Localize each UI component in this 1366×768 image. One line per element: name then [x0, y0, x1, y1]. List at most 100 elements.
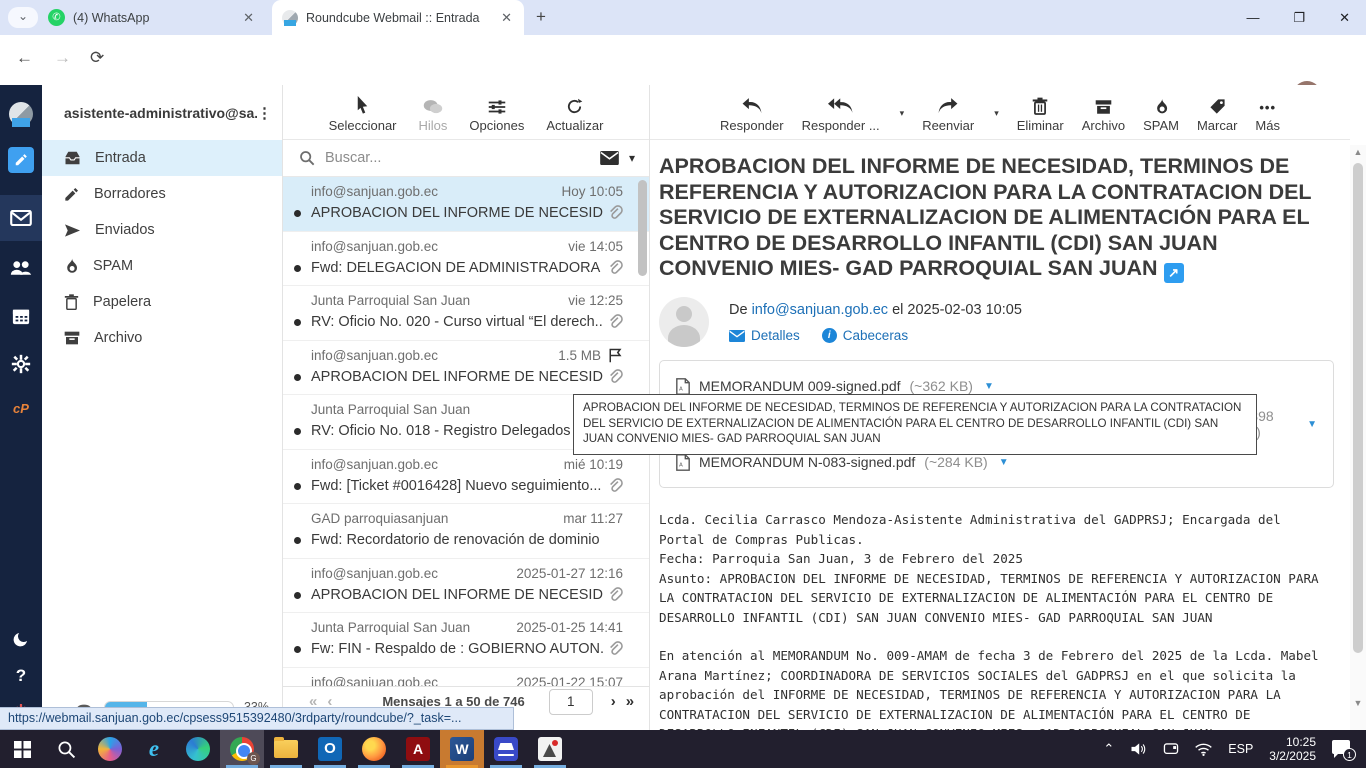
scroll-down-icon[interactable]: ▼ — [1350, 698, 1366, 708]
refresh-icon[interactable]: ⟳ — [90, 48, 104, 68]
taskbar-chrome-button[interactable]: G — [220, 730, 264, 768]
folder-archivo[interactable]: Archivo — [42, 320, 282, 356]
reply-all-button[interactable]: Responder ... — [802, 95, 880, 133]
reply-button[interactable]: Responder — [720, 95, 784, 133]
taskbar-cortana-button[interactable] — [88, 730, 132, 768]
taskbar-scanner-button[interactable] — [484, 730, 528, 768]
tray-chevron-icon[interactable]: ⌃ — [1103, 741, 1114, 757]
list-item[interactable]: info@sanjuan.gob.ec2025-01-22 15:07 — [283, 668, 649, 687]
options-button[interactable]: Opciones — [469, 95, 524, 133]
forward-button[interactable]: Reenviar — [922, 95, 974, 133]
mark-button[interactable]: Marcar — [1197, 95, 1237, 133]
compose-button[interactable] — [0, 139, 42, 181]
list-item[interactable]: Junta Parroquial San Juan2025-01-25 14:4… — [283, 613, 649, 668]
clock[interactable]: 10:25 3/2/2025 — [1269, 735, 1316, 763]
list-item[interactable]: info@sanjuan.gob.ec2025-01-27 12:16 APRO… — [283, 559, 649, 614]
attachment-menu-caret-icon[interactable]: ▼ — [1307, 419, 1317, 430]
close-tab-icon[interactable]: ✕ — [499, 10, 514, 26]
forward-caret-icon[interactable]: ▾ — [994, 108, 999, 133]
new-tab-button[interactable]: + — [536, 7, 546, 27]
folder-borradores[interactable]: Borradores — [42, 176, 282, 212]
last-page-icon[interactable]: » — [626, 693, 634, 710]
help-icon[interactable]: ? — [16, 666, 26, 686]
delete-button[interactable]: Eliminar — [1017, 95, 1064, 133]
volume-icon[interactable] — [1130, 742, 1147, 756]
threads-button[interactable]: Hilos — [419, 95, 448, 133]
folder-spam[interactable]: SPAM — [42, 248, 282, 284]
tab-search-button[interactable]: ⌄ — [8, 7, 38, 28]
more-button[interactable]: ••• Más — [1255, 95, 1280, 133]
screen: ⌄ ✆ (4) WhatsApp ✕ Roundcube Webmail :: … — [0, 0, 1366, 768]
list-item[interactable]: GAD parroquiasanjuanmar 11:27 Fwd: Recor… — [283, 504, 649, 559]
rail-settings-item[interactable] — [0, 343, 42, 385]
teams-icon[interactable] — [1163, 742, 1179, 756]
reply-all-icon — [828, 97, 854, 115]
taskbar-ie-button[interactable]: e — [132, 730, 176, 768]
select-button[interactable]: Seleccionar — [329, 95, 397, 133]
search-input[interactable] — [325, 150, 590, 166]
pencil-icon — [64, 186, 80, 202]
dark-mode-moon-icon[interactable] — [12, 630, 30, 648]
attachment-menu-caret-icon[interactable]: ▼ — [999, 457, 1009, 468]
message-scrollbar[interactable]: ▲ ▼ — [1350, 145, 1366, 730]
list-scrollbar-thumb[interactable] — [638, 180, 647, 276]
details-link[interactable]: Detalles — [729, 328, 800, 343]
attachment-menu-caret-icon[interactable]: ▼ — [984, 381, 994, 392]
tab-roundcube[interactable]: Roundcube Webmail :: Entrada ✕ — [272, 0, 524, 35]
taskbar-outlook-button[interactable]: O — [308, 730, 352, 768]
rail-mail-item[interactable] — [0, 195, 42, 241]
scrollbar-thumb[interactable] — [1353, 163, 1363, 653]
folder-papelera[interactable]: Papelera — [42, 284, 282, 320]
back-icon[interactable]: ← — [16, 48, 33, 68]
start-button[interactable] — [0, 730, 44, 768]
sender-email-link[interactable]: info@sanjuan.gob.ec — [752, 302, 888, 318]
list-item[interactable]: info@sanjuan.gob.ecmié 10:19 Fwd: [Ticke… — [283, 450, 649, 505]
restore-icon[interactable]: ❐ — [1293, 10, 1305, 26]
archive-button[interactable]: Archivo — [1082, 95, 1125, 133]
next-page-icon[interactable]: › — [611, 693, 616, 710]
search-icon — [57, 740, 76, 759]
close-tab-icon[interactable]: ✕ — [241, 10, 256, 26]
taskbar-firefox-button[interactable] — [352, 730, 396, 768]
taskbar-search-button[interactable] — [44, 730, 88, 768]
minimize-icon[interactable]: — — [1246, 10, 1259, 25]
folder-enviados[interactable]: Enviados — [42, 212, 282, 248]
taskbar-java-button[interactable] — [528, 730, 572, 768]
folder-entrada[interactable]: Entrada — [42, 140, 282, 176]
taskbar-acrobat-button[interactable]: A — [396, 730, 440, 768]
page-input[interactable] — [549, 689, 593, 715]
close-window-icon[interactable]: ✕ — [1339, 10, 1350, 26]
spam-button[interactable]: SPAM — [1143, 95, 1179, 133]
rail-calendar-item[interactable] — [0, 295, 42, 337]
gear-icon — [11, 354, 31, 374]
search-options-chevron-icon[interactable]: ▾ — [629, 151, 635, 165]
scroll-up-icon[interactable]: ▲ — [1350, 147, 1366, 157]
list-item[interactable]: info@sanjuan.gob.ec1.5 MB APROBACION DEL… — [283, 341, 649, 396]
headers-link[interactable]: i Cabeceras — [822, 328, 908, 343]
language-indicator[interactable]: ESP — [1228, 742, 1253, 756]
rail-cpanel-item[interactable]: cP — [0, 387, 42, 429]
search-scope-mail-icon[interactable] — [600, 151, 619, 165]
taskbar-explorer-button[interactable] — [264, 730, 308, 768]
flag-icon[interactable] — [608, 348, 623, 363]
account-menu-icon[interactable]: ⋮ — [257, 104, 272, 122]
wifi-icon[interactable] — [1195, 743, 1212, 756]
forward-icon[interactable]: → — [54, 48, 71, 68]
list-item[interactable]: info@sanjuan.gob.ecvie 14:05 Fwd: DELEGA… — [283, 232, 649, 287]
reply-all-caret-icon[interactable]: ▾ — [900, 108, 905, 133]
tab-whatsapp[interactable]: ✆ (4) WhatsApp ✕ — [38, 0, 266, 35]
unread-dot — [294, 319, 301, 326]
open-external-icon[interactable]: ↗ — [1164, 263, 1184, 283]
sender-avatar — [659, 297, 709, 347]
inbox-icon — [64, 151, 81, 165]
refresh-button[interactable]: Actualizar — [546, 95, 603, 133]
word-icon: W — [450, 737, 474, 761]
taskbar-word-button[interactable]: W — [440, 730, 484, 768]
notification-center-icon[interactable]: 1 — [1332, 740, 1354, 758]
list-item[interactable]: info@sanjuan.gob.ecHoy 10:05 APROBACION … — [283, 177, 649, 232]
rail-contacts-item[interactable] — [0, 247, 42, 289]
list-item[interactable]: Junta Parroquial San Juanvie 12:25 RV: O… — [283, 286, 649, 341]
taskbar-edge-button[interactable] — [176, 730, 220, 768]
roundcube-logo[interactable] — [0, 93, 42, 135]
link-status-bar: https://webmail.sanjuan.gob.ec/cpsess951… — [0, 707, 514, 730]
